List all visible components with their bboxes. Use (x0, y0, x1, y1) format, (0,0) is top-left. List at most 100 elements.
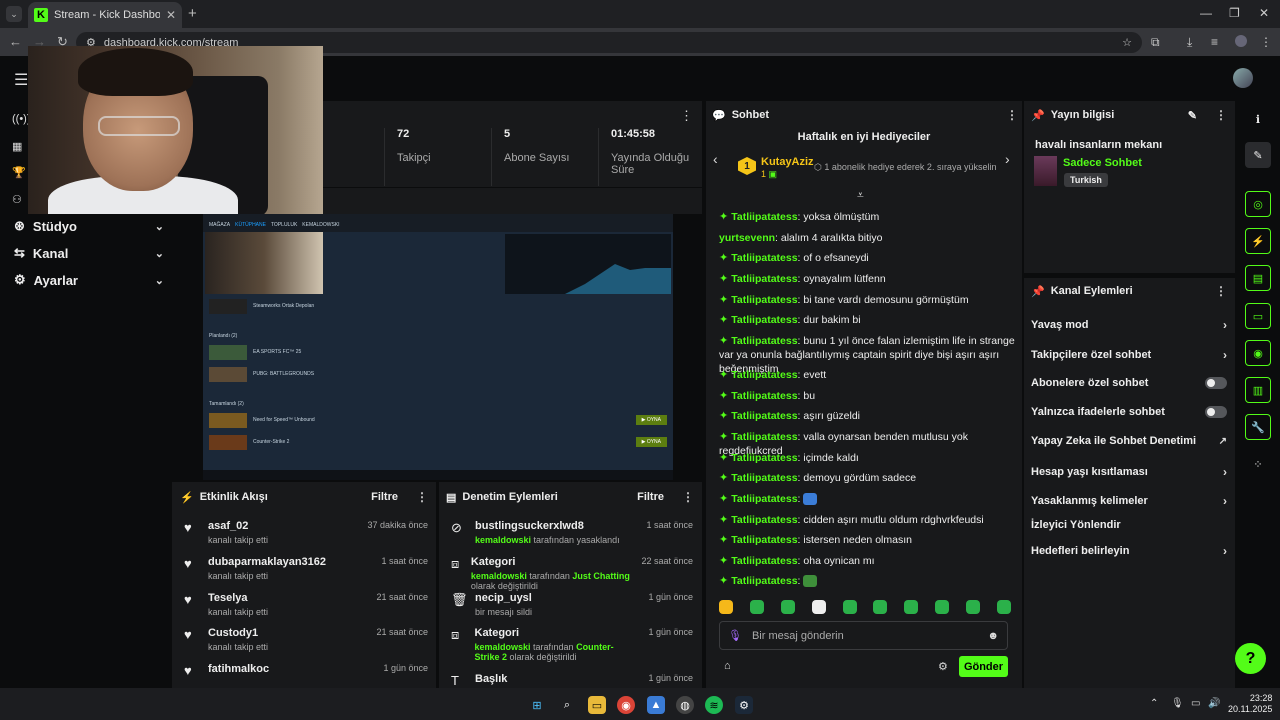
camera-icon[interactable]: ◎ (1245, 191, 1271, 217)
toggle-switch[interactable] (1205, 377, 1227, 389)
broadcast-icon[interactable]: ◉ (1245, 340, 1271, 366)
tab-search-button[interactable]: ⌄ (6, 6, 22, 22)
more-options-icon[interactable]: ⋮ (682, 490, 694, 504)
back-icon[interactable]: ← (9, 34, 22, 49)
analytics-icon[interactable]: ▦ (12, 140, 22, 153)
filter-button[interactable]: Filtre (637, 491, 664, 503)
emote-icon[interactable] (719, 600, 733, 614)
sidebar-item-settings[interactable]: ⚙ Ayarlar ⌄ (14, 272, 164, 288)
channel-action-item[interactable]: Yavaş mod › (1031, 318, 1227, 332)
channel-action-item[interactable]: Yasaklanmış kelimeler › (1031, 494, 1227, 508)
channel-action-item[interactable]: Hedefleri belirleyin › (1031, 544, 1227, 558)
more-options-icon[interactable]: ⋮ (1006, 108, 1018, 122)
channel-action-item[interactable]: Takipçilere özel sohbet › (1031, 348, 1227, 362)
wrench-icon[interactable]: 🔧 (1245, 414, 1271, 440)
bookmark-star-icon[interactable]: ☆ (1122, 36, 1132, 49)
chat-input[interactable]: 🎙 Bir mesaj gönderin ☻ (719, 621, 1008, 650)
channel-action-item[interactable]: Abonelere özel sohbet (1031, 377, 1227, 389)
lightning-icon[interactable]: ⚡ (1245, 228, 1271, 254)
chat-username[interactable]: Tatliipatatess (731, 555, 797, 567)
layout-icon[interactable]: ▥ (1245, 377, 1271, 403)
tab-close-icon[interactable]: ✕ (166, 8, 176, 22)
chat-username[interactable]: Tatliipatatess (731, 410, 797, 422)
chat-username[interactable]: Tatliipatatess (731, 273, 797, 285)
spotify-icon[interactable]: ≋ (705, 696, 723, 714)
collapse-icon[interactable]: ⩡ (857, 188, 864, 203)
chat-username[interactable]: Tatliipatatess (731, 314, 797, 326)
file-explorer-icon[interactable]: ▭ (588, 696, 606, 714)
close-window-icon[interactable]: ✕ (1259, 6, 1269, 20)
chat-username[interactable]: yurtsevenn (719, 232, 775, 244)
chat-username[interactable]: Tatliipatatess (731, 534, 797, 546)
emote-icon[interactable] (996, 600, 1011, 614)
network-icon[interactable]: ▭ (1191, 698, 1200, 709)
sidebar-item-studio[interactable]: ⊛ Stüdyo ⌄ (14, 218, 164, 234)
chevron-left-icon[interactable]: ‹ (713, 151, 718, 167)
search-icon[interactable]: ⌕ (558, 696, 576, 714)
restore-icon[interactable]: ❐ (1229, 6, 1240, 20)
toggle-switch[interactable] (1205, 406, 1227, 418)
new-tab-button[interactable]: + (188, 5, 197, 22)
photos-icon[interactable]: ▲ (647, 696, 665, 714)
channel-action-item[interactable]: Hesap yaşı kısıtlaması › (1031, 465, 1227, 479)
filter-button[interactable]: Filtre (371, 491, 398, 503)
extensions-icon[interactable]: ⧉ (1151, 35, 1160, 50)
edit-icon[interactable]: ✎ (1188, 109, 1197, 122)
emote-icon[interactable] (904, 600, 919, 614)
app-icon[interactable]: ◍ (676, 696, 694, 714)
browser-menu-icon[interactable]: ⋮ (1260, 35, 1272, 49)
downloads-icon[interactable]: ⤓ (1187, 35, 1192, 50)
category-name[interactable]: Sadece Sohbet (1063, 157, 1142, 169)
chat-username[interactable]: Tatliipatatess (731, 369, 797, 381)
start-icon[interactable]: ⊞ (528, 696, 546, 714)
stream-preview[interactable]: MAĞAZA KÜTÜPHANE TOPLULUK KEMALDOWSKI Steam… (203, 214, 673, 480)
add-widget-icon[interactable]: ⁘ (1245, 451, 1271, 477)
channel-action-item[interactable]: Yapay Zeka ile Sohbet Denetimi ↗ (1031, 435, 1227, 447)
emote-icon[interactable] (966, 600, 980, 614)
microphone-icon[interactable]: 🎙 (728, 629, 742, 642)
browser-tab[interactable]: K Stream - Kick Dashboard ✕ (28, 2, 182, 28)
emote-icon[interactable] (749, 600, 764, 614)
chat-username[interactable]: Tatliipatatess (731, 514, 797, 526)
emote-icon[interactable] (780, 600, 795, 614)
more-options-icon[interactable]: ⋮ (1215, 108, 1227, 122)
chat-username[interactable]: Tatliipatatess (731, 211, 797, 223)
channel-action-item[interactable]: İzleyici Yönlendir (1031, 519, 1227, 531)
sidebar-item-channel[interactable]: ⇆ Kanal ⌄ (14, 245, 164, 261)
chat-username[interactable]: Tatliipatatess (731, 294, 797, 306)
pencil-icon[interactable]: ✎ (1245, 142, 1271, 168)
chat-icon[interactable]: ▭ (1245, 303, 1271, 329)
minimize-icon[interactable]: — (1200, 6, 1212, 20)
chat-username[interactable]: Tatliipatatess (731, 452, 797, 464)
gear-icon[interactable]: ⚙ (938, 660, 948, 673)
chat-username[interactable]: Tatliipatatess (731, 431, 797, 443)
taskbar-clock[interactable]: 23:28 20.11.2025 (1228, 693, 1272, 715)
steam-icon[interactable]: ⚙ (735, 696, 753, 714)
profile-avatar[interactable] (1235, 35, 1247, 47)
tray-chevron-icon[interactable]: ⌃ (1150, 698, 1158, 709)
emote-icon[interactable] (935, 600, 950, 614)
volume-icon[interactable]: 🔊 (1208, 698, 1220, 709)
menu-icon[interactable]: ☰ (14, 70, 28, 90)
send-button[interactable]: Gönder (959, 656, 1008, 677)
more-options-icon[interactable]: ⋮ (1215, 284, 1227, 298)
chevron-right-icon[interactable]: › (1005, 151, 1010, 167)
reading-list-icon[interactable]: ≡ (1211, 35, 1218, 49)
emote-icon[interactable] (873, 600, 888, 614)
more-options-icon[interactable]: ⋮ (416, 490, 428, 504)
trophy-icon[interactable]: 🏆 (12, 166, 26, 179)
emote-icon[interactable] (811, 600, 826, 614)
chat-username[interactable]: Tatliipatatess (731, 575, 797, 587)
chat-username[interactable]: Tatliipatatess (731, 252, 797, 264)
more-options-icon[interactable]: ⋮ (680, 108, 693, 124)
chrome-icon[interactable]: ◉ (617, 696, 635, 714)
help-icon[interactable]: ? (1235, 643, 1266, 674)
chat-username[interactable]: Tatliipatatess (731, 390, 797, 402)
community-icon[interactable]: ⚇ (12, 193, 22, 206)
gift-box-icon[interactable]: ⌂ (724, 660, 731, 672)
user-avatar[interactable] (1233, 68, 1253, 88)
chat-username[interactable]: Tatliipatatess (731, 472, 797, 484)
microphone-icon[interactable]: 🎙 (1171, 698, 1184, 709)
document-icon[interactable]: ▤ (1245, 265, 1271, 291)
chat-username[interactable]: Tatliipatatess (731, 335, 797, 347)
